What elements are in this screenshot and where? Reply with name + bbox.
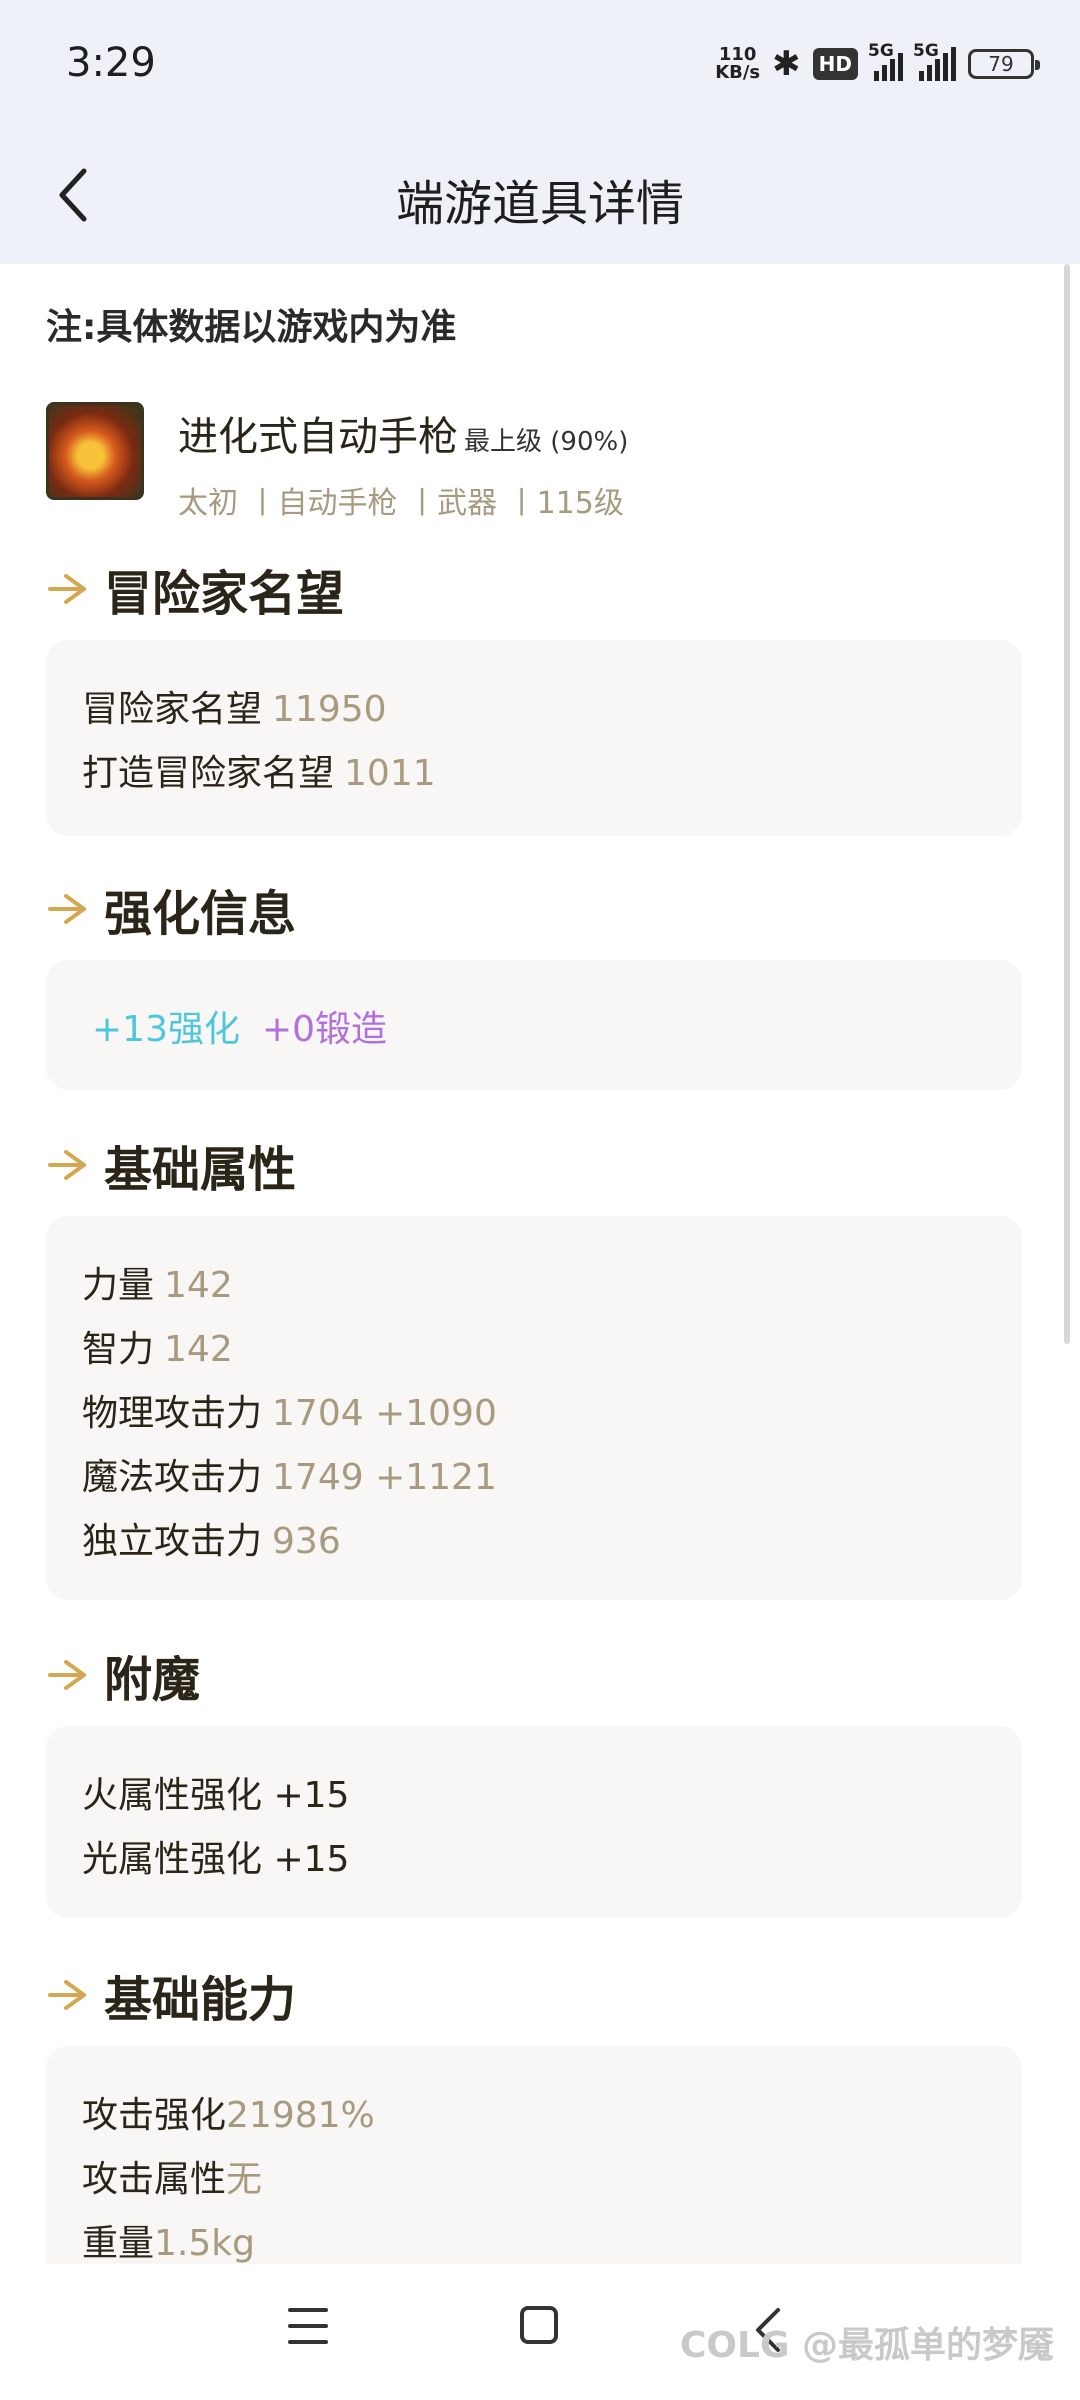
reinforce-level: +13强化 [92,1009,240,1050]
section-title-text: 强化信息 [104,886,297,942]
stat-row: 魔法攻击力 1749 +1121 [82,1448,497,1500]
arrow-right-icon [48,1980,86,2010]
row-value: 1749 +1121 [272,1457,497,1498]
ability-row: 重量1.5kg [82,2214,255,2264]
section-title-text: 基础能力 [104,1972,297,2028]
battery-level: 79 [988,52,1014,76]
base-stats-panel: 力量 142 智力 142 物理攻击力 1704 +1090 魔法攻击力 1749 +1… [46,1216,1022,1600]
row-label: 攻击属性 [82,2159,227,2200]
network-speed: 110 KB/s [715,46,760,82]
row-value: 1.5kg [154,2223,255,2264]
row-label: 物理攻击力 [82,1393,263,1434]
watermark: COLG @最孤单的梦魇 [680,2325,1055,2366]
row-value: 1011 [344,753,436,794]
fame-row: 打造冒险家名望 1011 [82,744,436,796]
section-title-fame: 冒险家名望 [46,554,344,624]
item-grade: 最上级 (90%) [464,427,629,457]
enhance-row: +13强化 +0锻造 [92,1000,387,1052]
enchant-row: 光属性强化 +15 [82,1839,350,1880]
ability-panel: 攻击强化21981% 攻击属性无 重量1.5kg [46,2046,1022,2264]
section-title-text: 附魔 [104,1652,201,1708]
row-value: 21981% [226,2095,375,2136]
page-title: 端游道具详情 [395,176,684,232]
detail-content[interactable]: 注:具体数据以游戏内为准 进化式自动手枪 最上级 (90%) 太初 丨自动手枪 丨… [0,264,1080,2264]
row-label: 冒险家名望 [82,689,263,730]
row-label: 独立攻击力 [82,1521,263,1562]
ability-row: 攻击属性无 [82,2150,262,2202]
section-title-text: 基础属性 [104,1142,297,1198]
forge-level: +0锻造 [261,1009,388,1050]
enhance-panel: +13强化 +0锻造 [46,960,1022,1090]
row-value: 无 [226,2159,263,2200]
section-title-enchant: 附魔 [46,1640,200,1710]
item-summary: 进化式自动手枪 最上级 (90%) 太初 丨自动手枪 丨武器 丨115级 [46,402,628,522]
row-value: 142 [164,1265,233,1306]
item-meta: 太初 丨自动手枪 丨武器 丨115级 [178,486,624,521]
status-time: 3:29 [66,40,156,86]
status-icons: 110 KB/s ✱ HD 5G 5G 79 [715,41,1040,84]
row-value: 1704 +1090 [272,1393,497,1434]
system-nav-bar: COLG @最孤单的梦魇 [0,2264,1080,2400]
stat-row: 智力 142 [82,1320,233,1372]
row-label: 魔法攻击力 [82,1457,263,1498]
item-name: 进化式自动手枪 [178,414,458,460]
section-title-text: 冒险家名望 [104,566,345,622]
row-label: 智力 [82,1329,155,1370]
stat-row: 独立攻击力 936 [82,1512,341,1564]
battery-icon: 79 [968,49,1040,79]
section-title-ability: 基础能力 [46,1960,296,2030]
stat-row: 物理攻击力 1704 +1090 [82,1384,497,1436]
signal-icon: 5G [868,41,903,81]
row-value: 142 [164,1329,233,1370]
row-label: 重量 [82,2223,155,2264]
scrollbar[interactable] [1064,264,1070,1344]
signal-1-label: 5G [868,41,894,61]
menu-button[interactable] [288,2308,328,2344]
row-value: 936 [272,1521,341,1562]
fame-row: 冒险家名望 11950 [82,680,387,732]
ability-row: 攻击强化21981% [82,2086,375,2138]
bluetooth-icon: ✱ [772,44,801,84]
arrow-right-icon [48,574,86,604]
item-name-row: 进化式自动手枪 最上级 (90%) [178,404,628,462]
row-value: 11950 [272,689,387,730]
row-label: 打造冒险家名望 [82,753,335,794]
hd-icon: HD [812,48,858,80]
stat-row: 力量 142 [82,1256,233,1308]
app-header: 端游道具详情 [0,130,1080,264]
enchant-panel: 火属性强化 +15 光属性强化 +15 [46,1726,1022,1918]
notice-text: 注:具体数据以游戏内为准 [46,307,457,348]
signal-2-label: 5G [913,41,939,61]
arrow-right-icon [48,1150,86,1180]
row-label: 力量 [82,1265,155,1306]
section-title-enhance: 强化信息 [46,874,296,944]
home-button[interactable] [520,2306,558,2344]
fame-panel: 冒险家名望 11950 打造冒险家名望 1011 [46,640,1022,836]
status-bar: 3:29 110 KB/s ✱ HD 5G 5G 79 [0,0,1080,130]
arrow-right-icon [48,894,86,924]
enchant-row: 火属性强化 +15 [82,1775,350,1816]
signal-icon-2: 5G [913,41,956,81]
network-speed-unit: KB/s [715,62,761,83]
arrow-right-icon [48,1660,86,1690]
section-title-base-stats: 基础属性 [46,1130,296,1200]
row-label: 攻击强化 [82,2095,227,2136]
weapon-icon [46,402,144,500]
